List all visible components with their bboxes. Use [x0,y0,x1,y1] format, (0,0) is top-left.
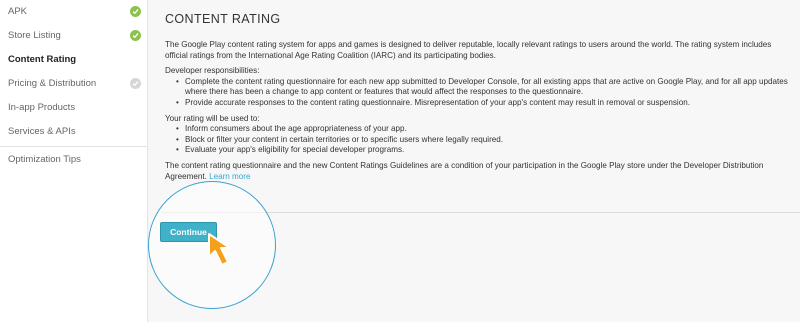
sidebar-nav: APK Store Listing Content Rating Pricing… [0,0,148,322]
sidebar-item-content-rating[interactable]: Content Rating [0,48,148,72]
responsibilities-heading: Developer responsibilities: [165,66,260,76]
check-circle-icon [130,6,141,17]
sidebar-item-label: Content Rating [8,54,77,65]
list-item: Evaluate your app's eligibility for spec… [165,145,789,156]
sidebar-item-store-listing[interactable]: Store Listing [0,24,148,48]
sidebar-item-label: Pricing & Distribution [8,78,97,89]
sidebar-item-label: Store Listing [8,30,61,41]
sidebar-divider [0,146,147,147]
list-item: Complete the content rating questionnair… [165,77,789,98]
sidebar-item-in-app-products[interactable]: In-app Products [0,96,148,120]
content-rating-description: The Google Play content rating system fo… [165,40,789,182]
main-content: CONTENT RATING The Google Play content r… [149,0,800,322]
condition-paragraph: The content rating questionnaire and the… [165,161,789,182]
sidebar-item-label: Services & APIs [8,126,76,137]
sidebar-item-apk[interactable]: APK [0,0,148,24]
learn-more-link[interactable]: Learn more [209,172,250,181]
sidebar-item-label: In-app Products [8,102,76,113]
sidebar-item-services-apis[interactable]: Services & APIs [0,120,148,144]
sidebar-item-label: APK [8,6,28,17]
check-circle-icon [130,78,141,89]
check-circle-icon [130,30,141,41]
pointer-arrow-icon [208,233,231,266]
sidebar-item-optimization-tips[interactable]: Optimization Tips [0,148,148,172]
sidebar-item-pricing-distribution[interactable]: Pricing & Distribution [0,72,148,96]
intro-paragraph: The Google Play content rating system fo… [165,40,772,60]
list-item: Provide accurate responses to the conten… [165,98,789,109]
section-divider [161,212,800,213]
list-item: Block or filter your content in certain … [165,135,789,146]
page-title: CONTENT RATING [165,12,281,26]
uses-heading: Your rating will be used to: [165,113,260,123]
list-item: Inform consumers about the age appropria… [165,124,789,135]
condition-text: The content rating questionnaire and the… [165,160,764,181]
sidebar-item-label: Optimization Tips [8,154,81,165]
